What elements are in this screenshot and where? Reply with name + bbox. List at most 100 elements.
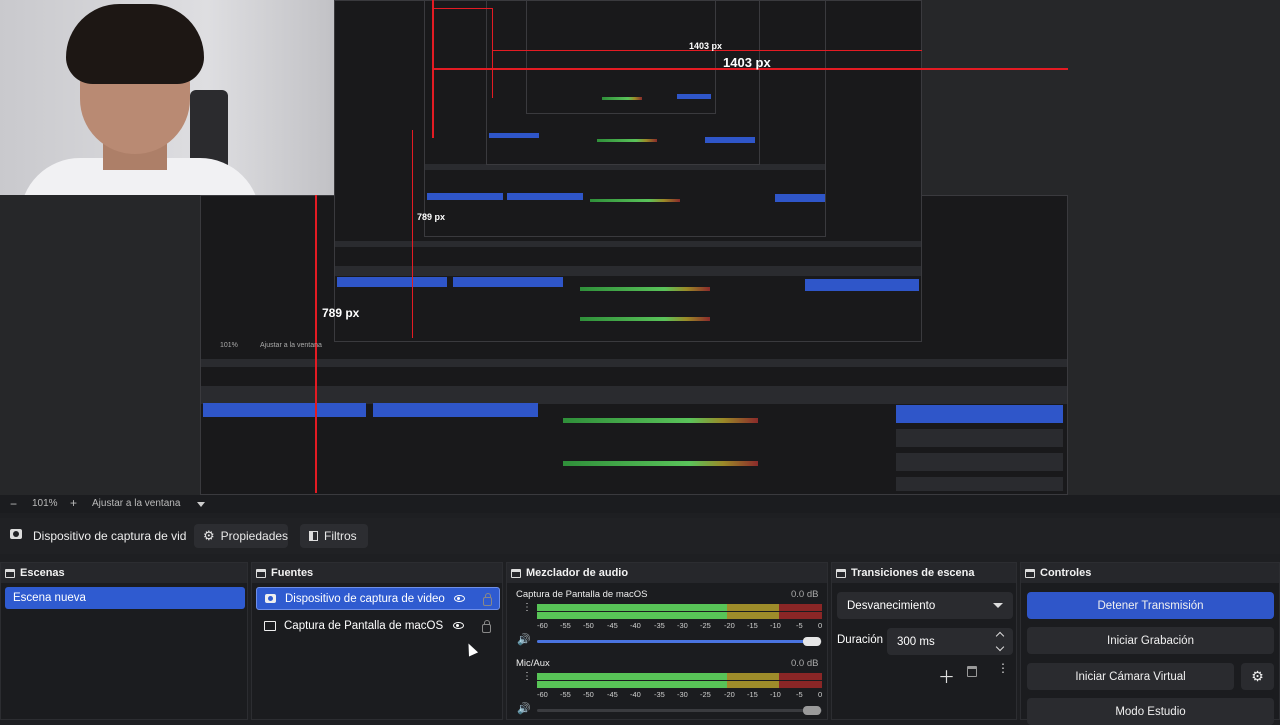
volume-knob-2[interactable] [803,706,821,715]
transition-select[interactable]: Desvanecimiento [837,592,1013,619]
scale-tick: -60 [537,690,548,699]
dock-window-icon [256,568,266,578]
zoom-out-button[interactable]: − [10,497,17,511]
studio-mode-button[interactable]: Modo Estudio [1027,698,1274,725]
sources-title: Fuentes [271,567,314,579]
guide-line-v3 [412,130,413,338]
volume-slider-2[interactable] [537,709,822,712]
scene-item[interactable]: Escena nueva [5,587,245,609]
camera-icon [10,529,22,539]
channel-menu-icon[interactable]: ⋮ [522,672,532,682]
filters-label: Filtros [324,529,357,543]
guide-line-v2 [492,8,493,98]
audio-meter-2a [537,673,822,680]
trash-icon[interactable] [967,666,977,677]
scene-label: Escena nueva [13,592,86,604]
dock-window-icon [836,568,846,578]
scale-tick: 0 [818,621,823,630]
filters-button[interactable]: Filtros [300,524,368,548]
px-label-height-small: 789 px [417,212,446,222]
audio-mixer-dock: Mezclador de audio Captura de Pantalla d… [506,562,828,720]
preview-canvas[interactable]: 1403 px 1403 px 789 px 789 px 101% Ajust… [0,0,1280,495]
dock-window-icon [5,568,15,578]
duration-input[interactable]: 300 ms [887,628,1013,655]
scale-tick: -55 [560,690,571,699]
fit-to-window[interactable]: Ajustar a la ventana [92,498,180,509]
channel-db: 0.0 dB [791,658,819,669]
meter-scale-2: -60 -55 -50 -45 -40 -35 -30 -25 -20 -15 … [537,690,827,700]
eye-icon[interactable] [454,595,465,602]
scale-tick: -15 [747,690,758,699]
scale-tick: -40 [630,690,641,699]
scale-tick: -10 [770,621,781,630]
duration-label: Duración [837,634,884,646]
nested-capture-5 [526,0,716,114]
scale-tick: -10 [770,690,781,699]
chevron-down-icon [993,603,1003,608]
source-item-video-capture[interactable]: Dispositivo de captura de video [256,587,500,610]
volume-knob-1[interactable] [803,637,821,646]
volume-fill-1 [537,640,807,643]
stepper-down-icon[interactable] [995,642,1005,652]
sources-dock-title: Fuentes [252,563,502,583]
start-virtualcam-button[interactable]: Iniciar Cámara Virtual [1027,663,1234,690]
scenes-dock-title: Escenas [1,563,247,583]
audio-meter-2b [537,681,822,688]
px-label-height: 789 px [322,306,360,320]
scale-tick: 0 [818,690,823,699]
scale-tick: -45 [607,690,618,699]
controls-title: Controles [1040,567,1092,579]
properties-button[interactable]: ⚙ Propiedades [194,524,288,548]
monitor-icon [264,620,276,631]
start-recording-button[interactable]: Iniciar Grabación [1027,627,1274,654]
mouse-cursor-icon [463,641,479,657]
stepper-up-icon[interactable] [995,631,1005,641]
scene-transitions-dock: Transiciones de escena Desvanecimiento D… [831,562,1017,720]
add-transition-button[interactable]: ＋ [938,663,955,688]
lock-icon[interactable] [483,593,492,606]
transitions-dock-title: Transiciones de escena [832,563,1016,583]
transition-selected: Desvanecimiento [847,599,936,612]
zoom-in-button[interactable]: + [70,496,77,510]
scale-tick: -35 [654,690,665,699]
zoom-bar: − 101% + Ajustar a la ventana [0,495,1280,513]
filter-icon [309,531,318,541]
scale-tick: -5 [796,690,803,699]
channel-name: Mic/Aux [516,658,550,669]
channel-db: 0.0 dB [791,589,819,600]
dock-window-icon [511,568,521,578]
source-label: Dispositivo de captura de video [285,592,445,605]
speaker-icon[interactable]: 🔊 [517,633,531,646]
more-options-icon[interactable]: ⋮ [997,662,1009,674]
audio-meter-1a [537,604,822,611]
px-label-width: 1403 px [723,55,771,70]
guide-line-h2 [432,8,492,9]
virtualcam-settings-gear-icon[interactable]: ⚙ [1241,663,1274,690]
scale-tick: -30 [677,690,688,699]
scale-tick: -40 [630,621,641,630]
scale-tick: -25 [700,690,711,699]
scale-tick: -60 [537,621,548,630]
webcam-hair [66,4,204,84]
zoom-dropdown-icon[interactable] [197,502,205,507]
controls-dock: Controles Detener Transmisión Iniciar Gr… [1020,562,1280,725]
channel-menu-icon[interactable]: ⋮ [522,603,532,613]
eye-icon[interactable] [453,622,464,629]
scale-tick: -35 [654,621,665,630]
audio-meter-1b [537,612,822,619]
scale-tick: -20 [724,621,735,630]
scale-tick: -45 [607,621,618,630]
source-item-screen-capture[interactable]: Captura de Pantalla de macOS [256,614,500,637]
px-label-width-small: 1403 px [689,41,723,51]
properties-label: Propiedades [220,529,289,543]
scale-tick: -20 [724,690,735,699]
scenes-dock: Escenas Escena nueva [0,562,248,720]
source-toolbar: Dispositivo de captura de vid ⚙ Propieda… [0,518,1280,554]
scale-tick: -50 [583,690,594,699]
scenes-title: Escenas [20,567,65,579]
stop-stream-button[interactable]: Detener Transmisión [1027,592,1274,619]
lock-icon[interactable] [482,620,491,633]
speaker-icon[interactable]: 🔊 [517,702,531,715]
meter-scale-1: -60 -55 -50 -45 -40 -35 -30 -25 -20 -15 … [537,621,827,631]
source-label: Captura de Pantalla de macOS [284,619,444,632]
